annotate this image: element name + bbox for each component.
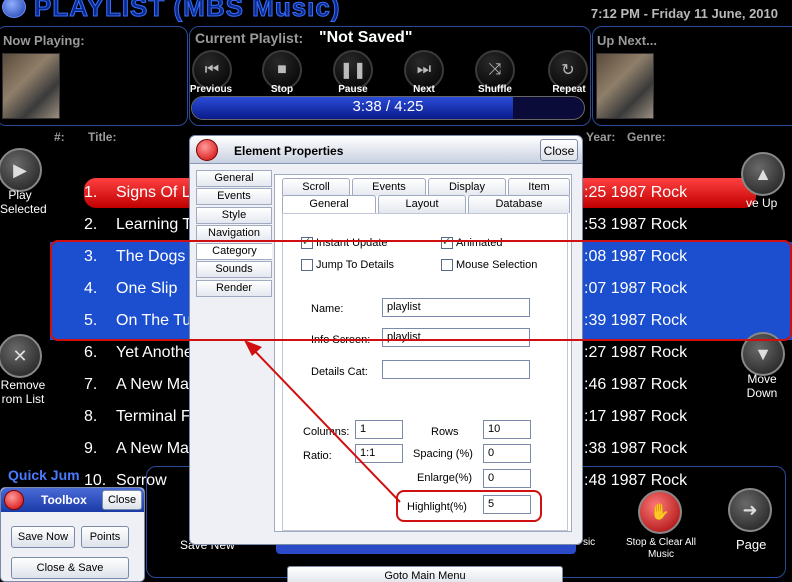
row-title: A New Ma [116,376,189,393]
now-playing-label: Now Playing: [3,33,85,48]
points-button[interactable]: Points [81,526,129,548]
columns-input[interactable]: 1 [355,420,403,439]
shuffle-icon: ⤨ [488,61,502,78]
col-title: Title: [88,130,117,144]
play-selected-button[interactable]: ▶ [0,148,42,192]
stop-icon: ■ [277,61,287,78]
dialog-title: Element Properties [234,144,344,158]
clock: 7:12 PM - Friday 11 June, 2010 [590,6,778,21]
repeat-label: Repeat [552,84,586,95]
move-up-button[interactable]: ▲ [741,152,785,196]
col-num: #: [54,130,65,144]
play-icon: ▶ [13,159,27,180]
up-next-label: Up Next... [597,33,657,48]
app-title: PLAYLIST (MBS Music) [34,0,341,23]
col-genre: Genre: [627,130,666,144]
move-up-label: ve Up [746,196,778,210]
spacing-input[interactable]: 0 [483,444,531,463]
row-title: Terminal F [116,408,191,425]
play-selected-label: Play Selected [0,188,47,216]
row-title: Yet Anothe [116,344,193,361]
row-number: 2. [84,216,98,233]
now-playing-album-art [2,53,60,119]
stop-clear-button[interactable]: ✋ [638,490,682,534]
rows-label: Rows [431,426,459,438]
enlarge-input[interactable]: 0 [483,469,531,488]
vtab-general[interactable]: General [196,170,272,187]
move-down-label: Move Down [746,372,778,400]
current-playlist-label: Current Playlist: [195,30,304,46]
row-title: Learning T [116,216,193,233]
row-length-year-genre: :27 1987 Rock [584,344,688,361]
tab-layout[interactable]: Layout [378,195,466,213]
tab-database[interactable]: Database [468,195,570,213]
row-length-year-genre: :38 1987 Rock [584,440,688,457]
dialog-close-button[interactable]: Close [540,139,578,161]
row-number: 8. [84,408,98,425]
rows-input[interactable]: 10 [483,420,531,439]
details-cat-input[interactable] [382,360,530,379]
page-button[interactable]: ➜ [728,488,772,532]
goto-main-menu-button[interactable]: Goto Main Menu [287,566,563,582]
remove-label: Remove rom List [0,378,46,406]
annotation-selection-box [50,240,792,341]
up-arrow-icon: ▲ [754,163,772,184]
pause-icon: ❚❚ [339,62,367,79]
next-label: Next [413,84,435,95]
row-number: 9. [84,440,98,457]
app-logo-icon [2,0,26,18]
previous-icon: ⏮ [204,61,220,78]
toolbox-orb-icon [4,490,24,510]
stop-label: Stop [270,84,294,95]
row-length-year-genre: :53 1987 Rock [584,216,688,233]
tab-item[interactable]: Item [508,178,570,196]
progress-time: 3:38 / 4:25 [352,98,424,115]
current-playlist-name: "Not Saved" [319,29,413,46]
right-arrow-icon: ➜ [742,499,758,520]
repeat-icon: ↻ [561,62,575,79]
spacing-label: Spacing (%) [413,448,473,460]
toolbox-close-button[interactable]: Close [102,490,142,510]
row-number: 7. [84,376,98,393]
up-next-album-art [596,53,654,119]
stop-clear-label: Stop & Clear All Music [625,537,697,560]
tab-events[interactable]: Events [352,178,426,196]
quick-jump-label: Quick Jum [8,467,80,483]
row-length-year-genre: :46 1987 Rock [584,376,688,393]
tab-scroll[interactable]: Scroll [282,178,350,196]
ratio-input[interactable]: 1:1 [355,444,403,463]
close-save-button[interactable]: Close & Save [11,557,129,579]
transport-controls: ⏮ Previous ■ Stop ❚❚ Pause ⏭ Next ⤨ Shuf… [188,48,588,96]
toolbox-window: Toolbox Close Save Now Points Close & Sa… [0,487,145,582]
pause-label: Pause [338,84,368,95]
details-cat-label: Details Cat: [311,366,368,378]
row-number: 1. [84,184,98,201]
down-arrow-icon: ▼ [754,343,772,364]
row-number: 6. [84,344,98,361]
remove-button[interactable]: ✕ [0,334,42,378]
vtab-style[interactable]: Style [196,207,272,224]
next-icon: ⏭ [416,61,432,78]
row-title: A New Ma [116,440,189,457]
page-label: Page [736,537,767,552]
ratio-label: Ratio: [303,450,332,462]
columns-label: Columns: [303,426,350,438]
tab-general[interactable]: General [282,195,376,213]
save-now-button[interactable]: Save Now [11,526,75,548]
remove-x-icon: ✕ [12,345,28,366]
row-length-year-genre: :17 1987 Rock [584,408,688,425]
annotation-highlight-box [396,490,542,522]
shuffle-label: Shuffle [478,84,512,95]
stop-sign-icon: ✋ [650,504,670,521]
vtab-events[interactable]: Events [196,188,272,205]
row-title: Signs Of L [116,184,191,201]
row-length-year-genre: :25 1987 Rock [584,184,688,201]
dialog-orb-icon [196,139,218,161]
col-year: Year: [586,130,616,144]
previous-label: Previous [189,84,233,95]
toolbox-title: Toolbox [41,493,87,507]
enlarge-label: Enlarge(%) [417,472,473,484]
tab-display[interactable]: Display [428,178,506,196]
